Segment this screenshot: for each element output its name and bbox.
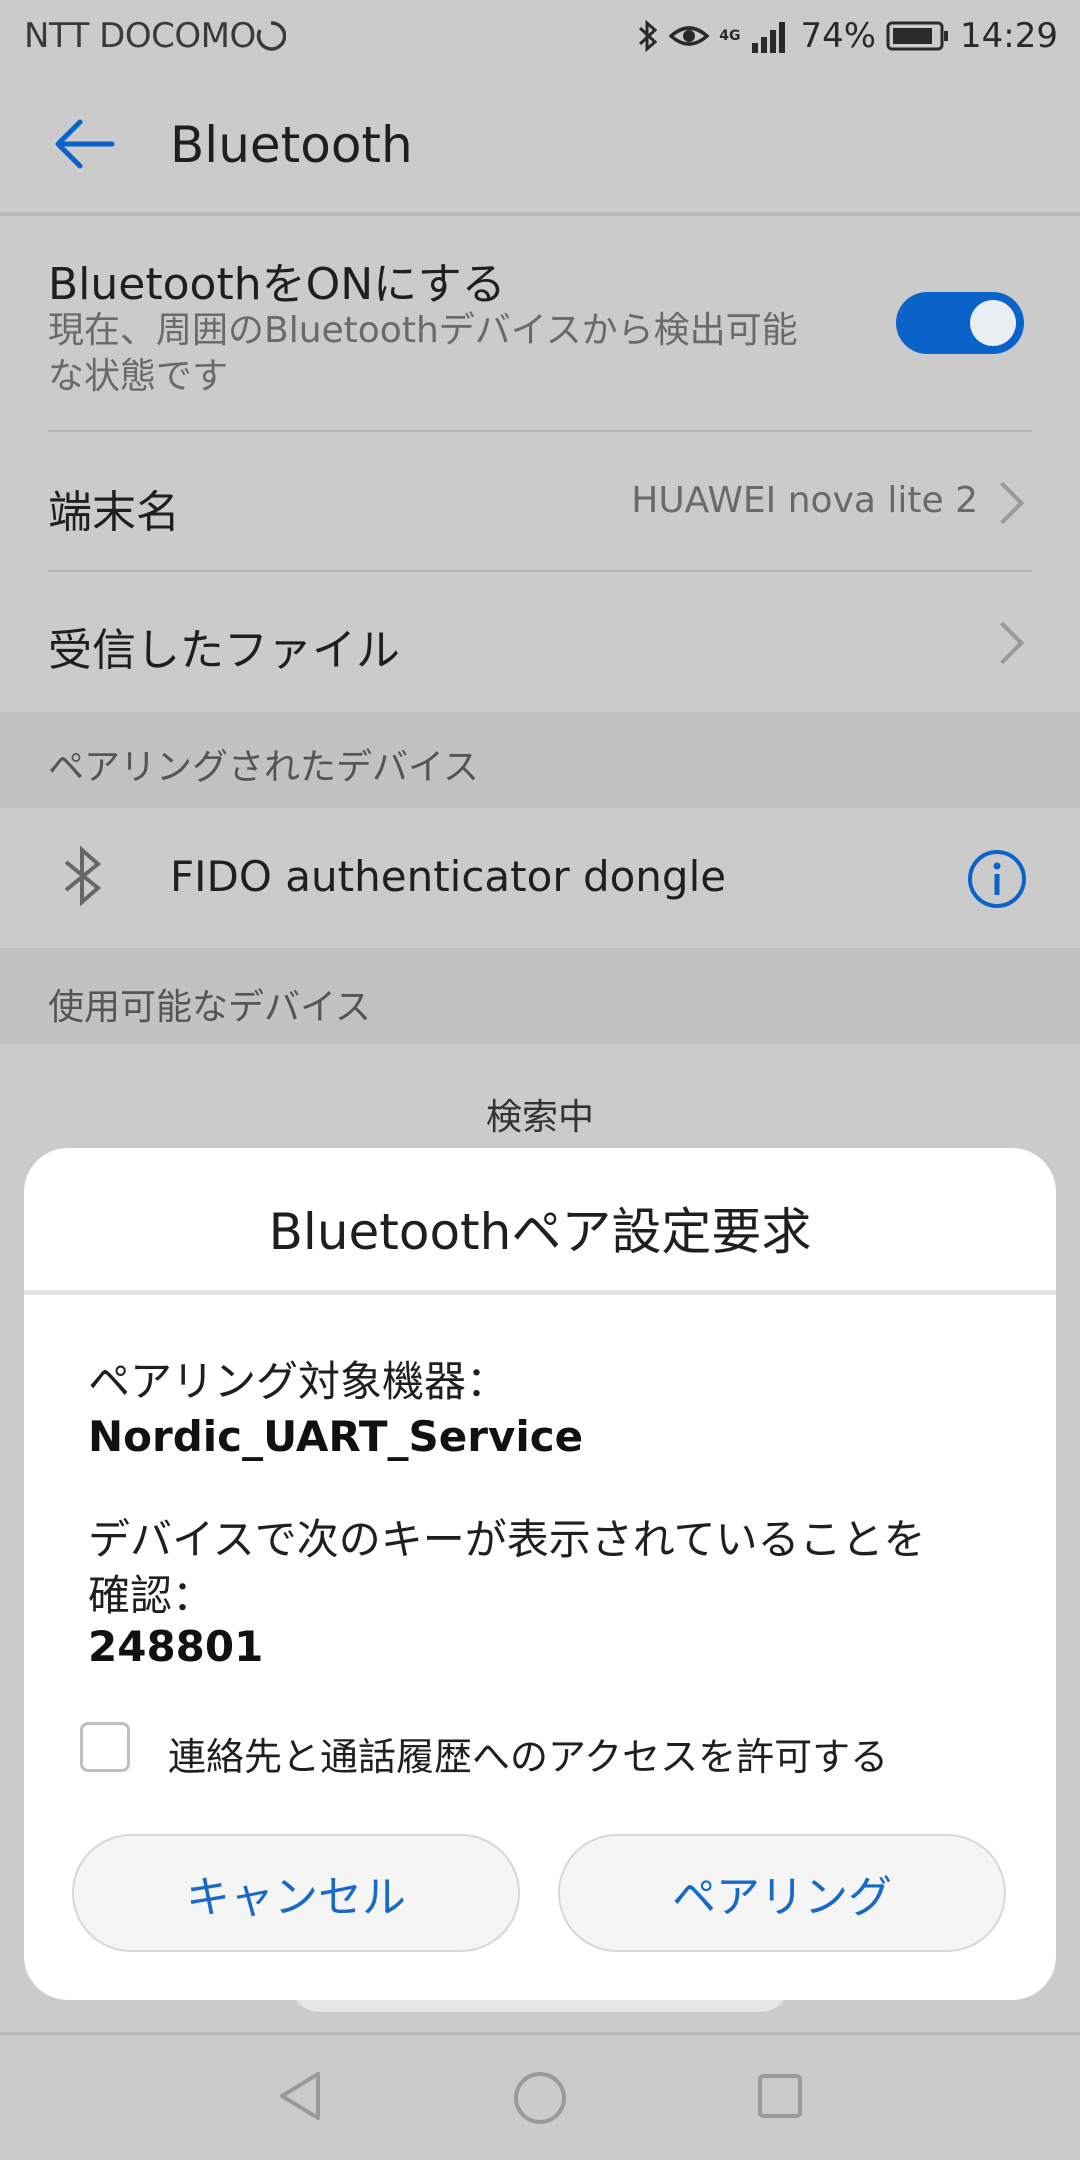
pairing-dialog: Bluetoothペア設定要求 ペアリング対象機器： Nordic_UART_S…: [24, 1148, 1056, 2000]
cancel-button[interactable]: キャンセル: [72, 1834, 520, 1952]
clock: 14:29: [960, 16, 1058, 56]
chevron-right-icon: [981, 481, 1025, 525]
pairing-target-device: Nordic_UART_Service: [88, 1412, 584, 1461]
confirm-text-line1: デバイスで次のキーが表示されていることを: [88, 1515, 926, 1564]
section-title: 使用可能なデバイス: [48, 987, 371, 1028]
section-title: ペアリングされたデバイス: [48, 747, 479, 788]
contacts-access-checkbox[interactable]: [80, 1722, 130, 1772]
switch-knob: [970, 300, 1016, 346]
home-nav-icon[interactable]: [512, 2070, 568, 2126]
paired-device-name: FIDO authenticator dongle: [170, 852, 727, 901]
battery-icon: [886, 21, 949, 51]
received-files-row[interactable]: 受信したファイル: [0, 572, 1080, 710]
battery-percent: 74%: [800, 16, 877, 56]
device-name-value: HUAWEI nova lite 2: [631, 480, 978, 521]
dialog-title: Bluetoothペア設定要求: [268, 1203, 812, 1261]
device-name-row[interactable]: 端末名 HUAWEI nova lite 2: [0, 432, 1080, 570]
info-icon[interactable]: [966, 848, 1028, 910]
dialog-divider: [24, 1290, 1056, 1295]
divider: [0, 2032, 1080, 2035]
confirm-text-line2: 確認：: [88, 1571, 215, 1620]
status-bar: NTT DOCOMO 4G 74% 14:29: [0, 0, 1080, 76]
paired-section-header: ペアリングされたデバイス: [0, 712, 1080, 808]
signal-icon: [752, 22, 786, 53]
recents-nav-icon[interactable]: [756, 2072, 804, 2120]
app-bar: Bluetooth: [0, 76, 1080, 216]
carrier-name: NTT DOCOMO: [24, 16, 256, 56]
network-type: 4G: [719, 28, 741, 44]
pair-button[interactable]: ペアリング: [558, 1834, 1006, 1952]
bluetooth-toggle-label: BluetoothをONにする: [48, 259, 506, 310]
status-icons: 4G 74% 14:29: [637, 14, 1058, 58]
bluetooth-toggle-description: 現在、周囲のBluetoothデバイスから検出可能 な状態です: [48, 310, 798, 397]
chevron-right-icon: [981, 621, 1025, 665]
eye-comfort-icon: [669, 26, 710, 46]
bluetooth-device-icon: [64, 845, 102, 907]
contacts-access-label[interactable]: 連絡先と通話履歴へのアクセスを許可する: [168, 1726, 888, 1781]
available-section-header: 使用可能なデバイス: [0, 948, 1080, 1044]
paired-device-row[interactable]: FIDO authenticator dongle: [0, 808, 1080, 946]
back-arrow-icon[interactable]: [48, 108, 120, 180]
bluetooth-status-icon: [639, 19, 658, 53]
page-title: Bluetooth: [170, 116, 413, 174]
back-nav-icon[interactable]: [276, 2070, 324, 2122]
searching-status: 検索中: [485, 1097, 594, 1138]
passkey: 248801: [88, 1622, 264, 1671]
sync-icon: [256, 21, 286, 51]
received-files-label: 受信したファイル: [48, 625, 400, 676]
pairing-target-label: ペアリング対象機器：: [88, 1357, 509, 1406]
device-name-label: 端末名: [48, 487, 180, 538]
navigation-bar: [0, 2032, 1080, 2160]
bluetooth-switch[interactable]: [896, 292, 1024, 354]
